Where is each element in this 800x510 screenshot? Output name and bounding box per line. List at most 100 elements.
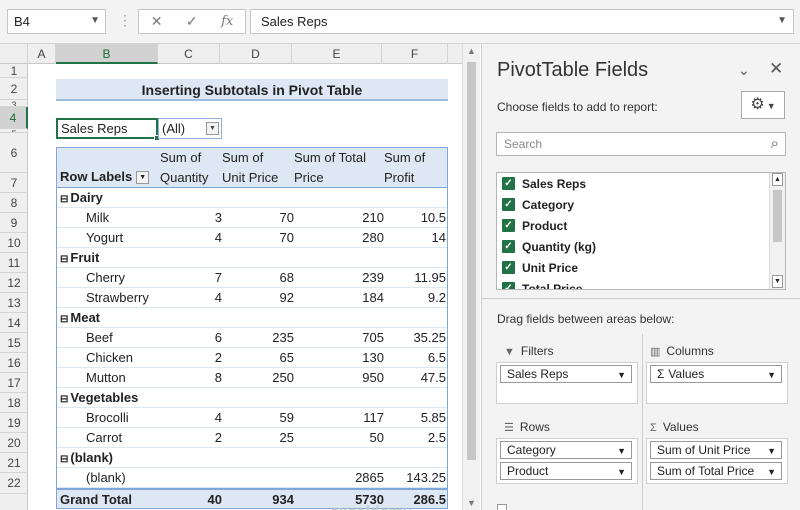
checkbox-checked-icon[interactable]: ✓ xyxy=(502,198,515,211)
values-chip-unit-price[interactable]: Sum of Unit Price ▼ xyxy=(650,441,782,459)
rows-chip-category[interactable]: Category ▼ xyxy=(500,441,632,459)
row-header-14[interactable]: 14 xyxy=(0,313,28,333)
collapse-icon[interactable]: ⊟ xyxy=(60,314,68,325)
sheet-scrollbar[interactable]: ▲ ▼ xyxy=(462,44,480,510)
scroll-down-icon[interactable]: ▼ xyxy=(772,275,783,288)
tools-button[interactable]: ⚙ ▼ xyxy=(741,91,785,119)
filter-value-cell[interactable]: (All) ▼ xyxy=(158,118,222,139)
row-header-8[interactable]: 8 xyxy=(0,193,28,213)
values-chip-total-price[interactable]: Sum of Total Price ▼ xyxy=(650,462,782,480)
pivot-item-row[interactable]: (blank) 2865 143.25 xyxy=(57,468,447,488)
column-header-e[interactable]: E xyxy=(292,44,382,64)
pivot-item-row[interactable]: Brocolli 4 59 117 5.85 xyxy=(57,408,447,428)
row-header-15[interactable]: 15 xyxy=(0,333,28,353)
rows-area[interactable]: Category ▼ Product ▼ xyxy=(496,438,638,484)
scroll-up-icon[interactable]: ▲ xyxy=(467,46,476,56)
row-header-6[interactable]: 6 xyxy=(0,133,28,173)
row-labels-filter-icon[interactable]: ▼ xyxy=(136,171,150,185)
cancel-icon[interactable]: ✕ xyxy=(151,13,163,30)
insert-function-icon[interactable]: fx xyxy=(221,14,233,29)
defer-update-checkbox[interactable] xyxy=(497,504,507,510)
field-list-scrollbar[interactable]: ▲ ▼ xyxy=(769,173,785,289)
field-item[interactable]: ✓ Unit Price xyxy=(497,257,785,278)
chevron-down-icon[interactable]: ⌄ xyxy=(738,62,750,79)
field-item[interactable]: ✓ Total Price xyxy=(497,278,785,289)
qty-header[interactable]: Sum of Quantity xyxy=(160,148,222,188)
checkbox-checked-icon[interactable]: ✓ xyxy=(502,240,515,253)
pivot-item-row[interactable]: Strawberry 4 92 184 9.2 xyxy=(57,288,447,308)
pivot-item-row[interactable]: Cherry 7 68 239 11.95 xyxy=(57,268,447,288)
rows-chip-product[interactable]: Product ▼ xyxy=(500,462,632,480)
pivot-group-row[interactable]: ⊟ Meat xyxy=(57,308,447,328)
row-header-9[interactable]: 9 xyxy=(0,213,28,233)
sheet-title[interactable]: Inserting Subtotals in Pivot Table xyxy=(56,79,448,101)
collapse-icon[interactable]: ⊟ xyxy=(60,454,68,465)
select-all-corner[interactable] xyxy=(0,44,28,64)
row-labels-header[interactable]: Row Labels ▼ xyxy=(60,148,160,188)
chevron-down-icon[interactable]: ▼ xyxy=(617,443,626,459)
column-header-f[interactable]: F xyxy=(382,44,448,64)
columns-chip[interactable]: Σ Values ▼ xyxy=(650,365,782,383)
row-header-2[interactable]: 2 xyxy=(0,78,28,100)
checkbox-checked-icon[interactable]: ✓ xyxy=(502,219,515,232)
pivot-item-row[interactable]: Beef 6 235 705 35.25 xyxy=(57,328,447,348)
pivot-item-row[interactable]: Yogurt 4 70 280 14 xyxy=(57,228,447,248)
row-header-10[interactable]: 10 xyxy=(0,233,28,253)
row-header-19[interactable]: 19 xyxy=(0,413,28,433)
name-box[interactable]: B4 ▼ xyxy=(7,9,106,34)
row-header-22[interactable]: 22 xyxy=(0,473,28,494)
chevron-down-icon[interactable]: ▼ xyxy=(767,464,776,480)
row-header-12[interactable]: 12 xyxy=(0,273,28,293)
search-input[interactable]: Search ⌕ xyxy=(496,132,786,156)
row-header-21[interactable]: 21 xyxy=(0,453,28,473)
checkbox-checked-icon[interactable]: ✓ xyxy=(502,177,515,190)
filters-chip[interactable]: Sales Reps ▼ xyxy=(500,365,632,383)
chevron-down-icon[interactable]: ▼ xyxy=(90,15,100,26)
scroll-thumb[interactable] xyxy=(773,190,782,242)
row-header-1[interactable]: 1 xyxy=(0,64,28,78)
column-header-c[interactable]: C xyxy=(158,44,220,64)
column-header-b[interactable]: B xyxy=(56,44,158,64)
filter-dropdown-icon[interactable]: ▼ xyxy=(206,122,219,135)
row-header-3[interactable]: 3 xyxy=(0,100,28,107)
row-header-17[interactable]: 17 xyxy=(0,373,28,393)
field-item[interactable]: ✓ Sales Reps xyxy=(497,173,785,194)
chevron-down-icon[interactable]: ▼ xyxy=(617,464,626,480)
field-item[interactable]: ✓ Product xyxy=(497,215,785,236)
scroll-down-icon[interactable]: ▼ xyxy=(467,498,476,508)
pivot-item-row[interactable]: Chicken 2 65 130 6.5 xyxy=(57,348,447,368)
pivot-group-row[interactable]: ⊟ Dairy xyxy=(57,188,447,208)
chevron-down-icon[interactable]: ▼ xyxy=(767,367,776,383)
field-item[interactable]: ✓ Category xyxy=(497,194,785,215)
pivot-item-row[interactable]: Mutton 8 250 950 47.5 xyxy=(57,368,447,388)
row-header-7[interactable]: 7 xyxy=(0,173,28,193)
filters-area[interactable]: Sales Reps ▼ xyxy=(496,362,638,404)
pivot-group-row[interactable]: ⊟ (blank) xyxy=(57,448,447,468)
scroll-up-icon[interactable]: ▲ xyxy=(772,173,783,186)
field-item[interactable]: ✓ Quantity (kg) xyxy=(497,236,785,257)
row-header-18[interactable]: 18 xyxy=(0,393,28,413)
row-header-11[interactable]: 11 xyxy=(0,253,28,273)
close-icon[interactable]: ✕ xyxy=(769,59,783,79)
checkbox-checked-icon[interactable]: ✓ xyxy=(502,261,515,274)
columns-area[interactable]: Σ Values ▼ xyxy=(646,362,788,404)
unit-price-header[interactable]: Sum of Unit Price xyxy=(222,148,294,188)
pivot-group-row[interactable]: ⊟ Fruit xyxy=(57,248,447,268)
collapse-icon[interactable]: ⊟ xyxy=(60,254,68,265)
enter-icon[interactable]: ✓ xyxy=(186,13,198,30)
scroll-thumb[interactable] xyxy=(467,62,476,460)
formula-input[interactable]: Sales Reps ▼ xyxy=(250,9,794,34)
checkbox-checked-icon[interactable]: ✓ xyxy=(502,282,515,289)
pivot-item-row[interactable]: Milk 3 70 210 10.5 xyxy=(57,208,447,228)
row-header-20[interactable]: 20 xyxy=(0,433,28,453)
chevron-down-icon[interactable]: ▼ xyxy=(767,443,776,459)
column-header-a[interactable]: A xyxy=(28,44,56,64)
row-header-13[interactable]: 13 xyxy=(0,293,28,313)
pivot-group-row[interactable]: ⊟ Vegetables xyxy=(57,388,447,408)
collapse-icon[interactable]: ⊟ xyxy=(60,394,68,405)
expand-formula-icon[interactable]: ▼ xyxy=(777,15,787,26)
pivot-item-row[interactable]: Carrot 2 25 50 2.5 xyxy=(57,428,447,448)
filter-label-cell[interactable]: Sales Reps xyxy=(56,118,160,141)
chevron-down-icon[interactable]: ▼ xyxy=(617,367,626,383)
row-header-16[interactable]: 16 xyxy=(0,353,28,373)
